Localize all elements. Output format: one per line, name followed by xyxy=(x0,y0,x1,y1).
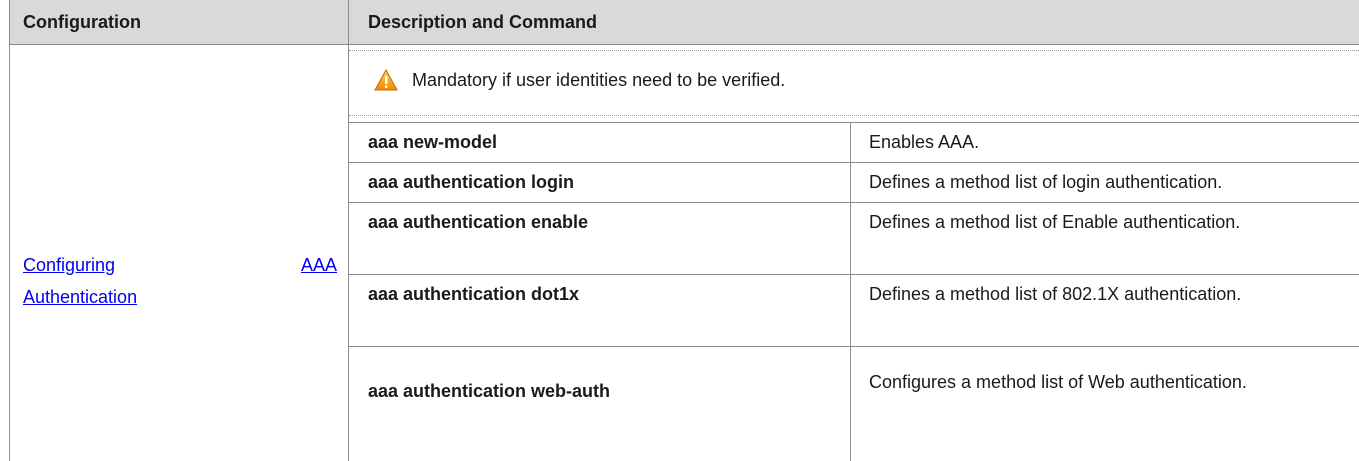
row-separator xyxy=(349,202,1359,203)
table-header xyxy=(9,0,1359,44)
link-word-aaa: AAA xyxy=(300,255,337,275)
row-separator xyxy=(349,122,1359,123)
command-aaa-new-model: aaa new-model xyxy=(368,132,498,152)
description-web-authentication: Configures a method list of Web authenti… xyxy=(869,372,1247,392)
description-dot1x-authentication: Defines a method list of 802.1X authenti… xyxy=(869,284,1242,304)
description-enables-aaa: Enables AAA. xyxy=(869,132,980,152)
row-separator xyxy=(349,346,1359,347)
table-left-border xyxy=(9,0,10,461)
configuring-aaa-authentication-link[interactable]: Configuring AAA Authentication xyxy=(23,249,337,313)
command-aaa-authentication-dot1x: aaa authentication dot1x xyxy=(368,284,580,304)
header-description-command: Description and Command xyxy=(368,12,598,32)
note-top-border xyxy=(349,50,1359,51)
link-word-configuring: Configuring xyxy=(23,255,116,275)
note-text: Mandatory if user identities need to be … xyxy=(412,70,786,90)
command-aaa-authentication-web-auth: aaa authentication web-auth xyxy=(368,381,611,401)
description-login-authentication: Defines a method list of login authentic… xyxy=(869,172,1223,192)
description-enable-authentication: Defines a method list of Enable authenti… xyxy=(869,212,1241,232)
note-bottom-border xyxy=(349,115,1359,116)
column-divider xyxy=(348,0,349,461)
warning-icon xyxy=(374,68,398,91)
command-aaa-authentication-enable: aaa authentication enable xyxy=(368,212,589,232)
inner-column-divider xyxy=(850,122,851,461)
row-separator xyxy=(349,162,1359,163)
command-aaa-authentication-login: aaa authentication login xyxy=(368,172,575,192)
header-configuration: Configuration xyxy=(23,12,141,32)
link-word-authentication: Authentication xyxy=(23,287,138,307)
row-separator xyxy=(349,274,1359,275)
header-bottom-border xyxy=(9,44,1359,45)
